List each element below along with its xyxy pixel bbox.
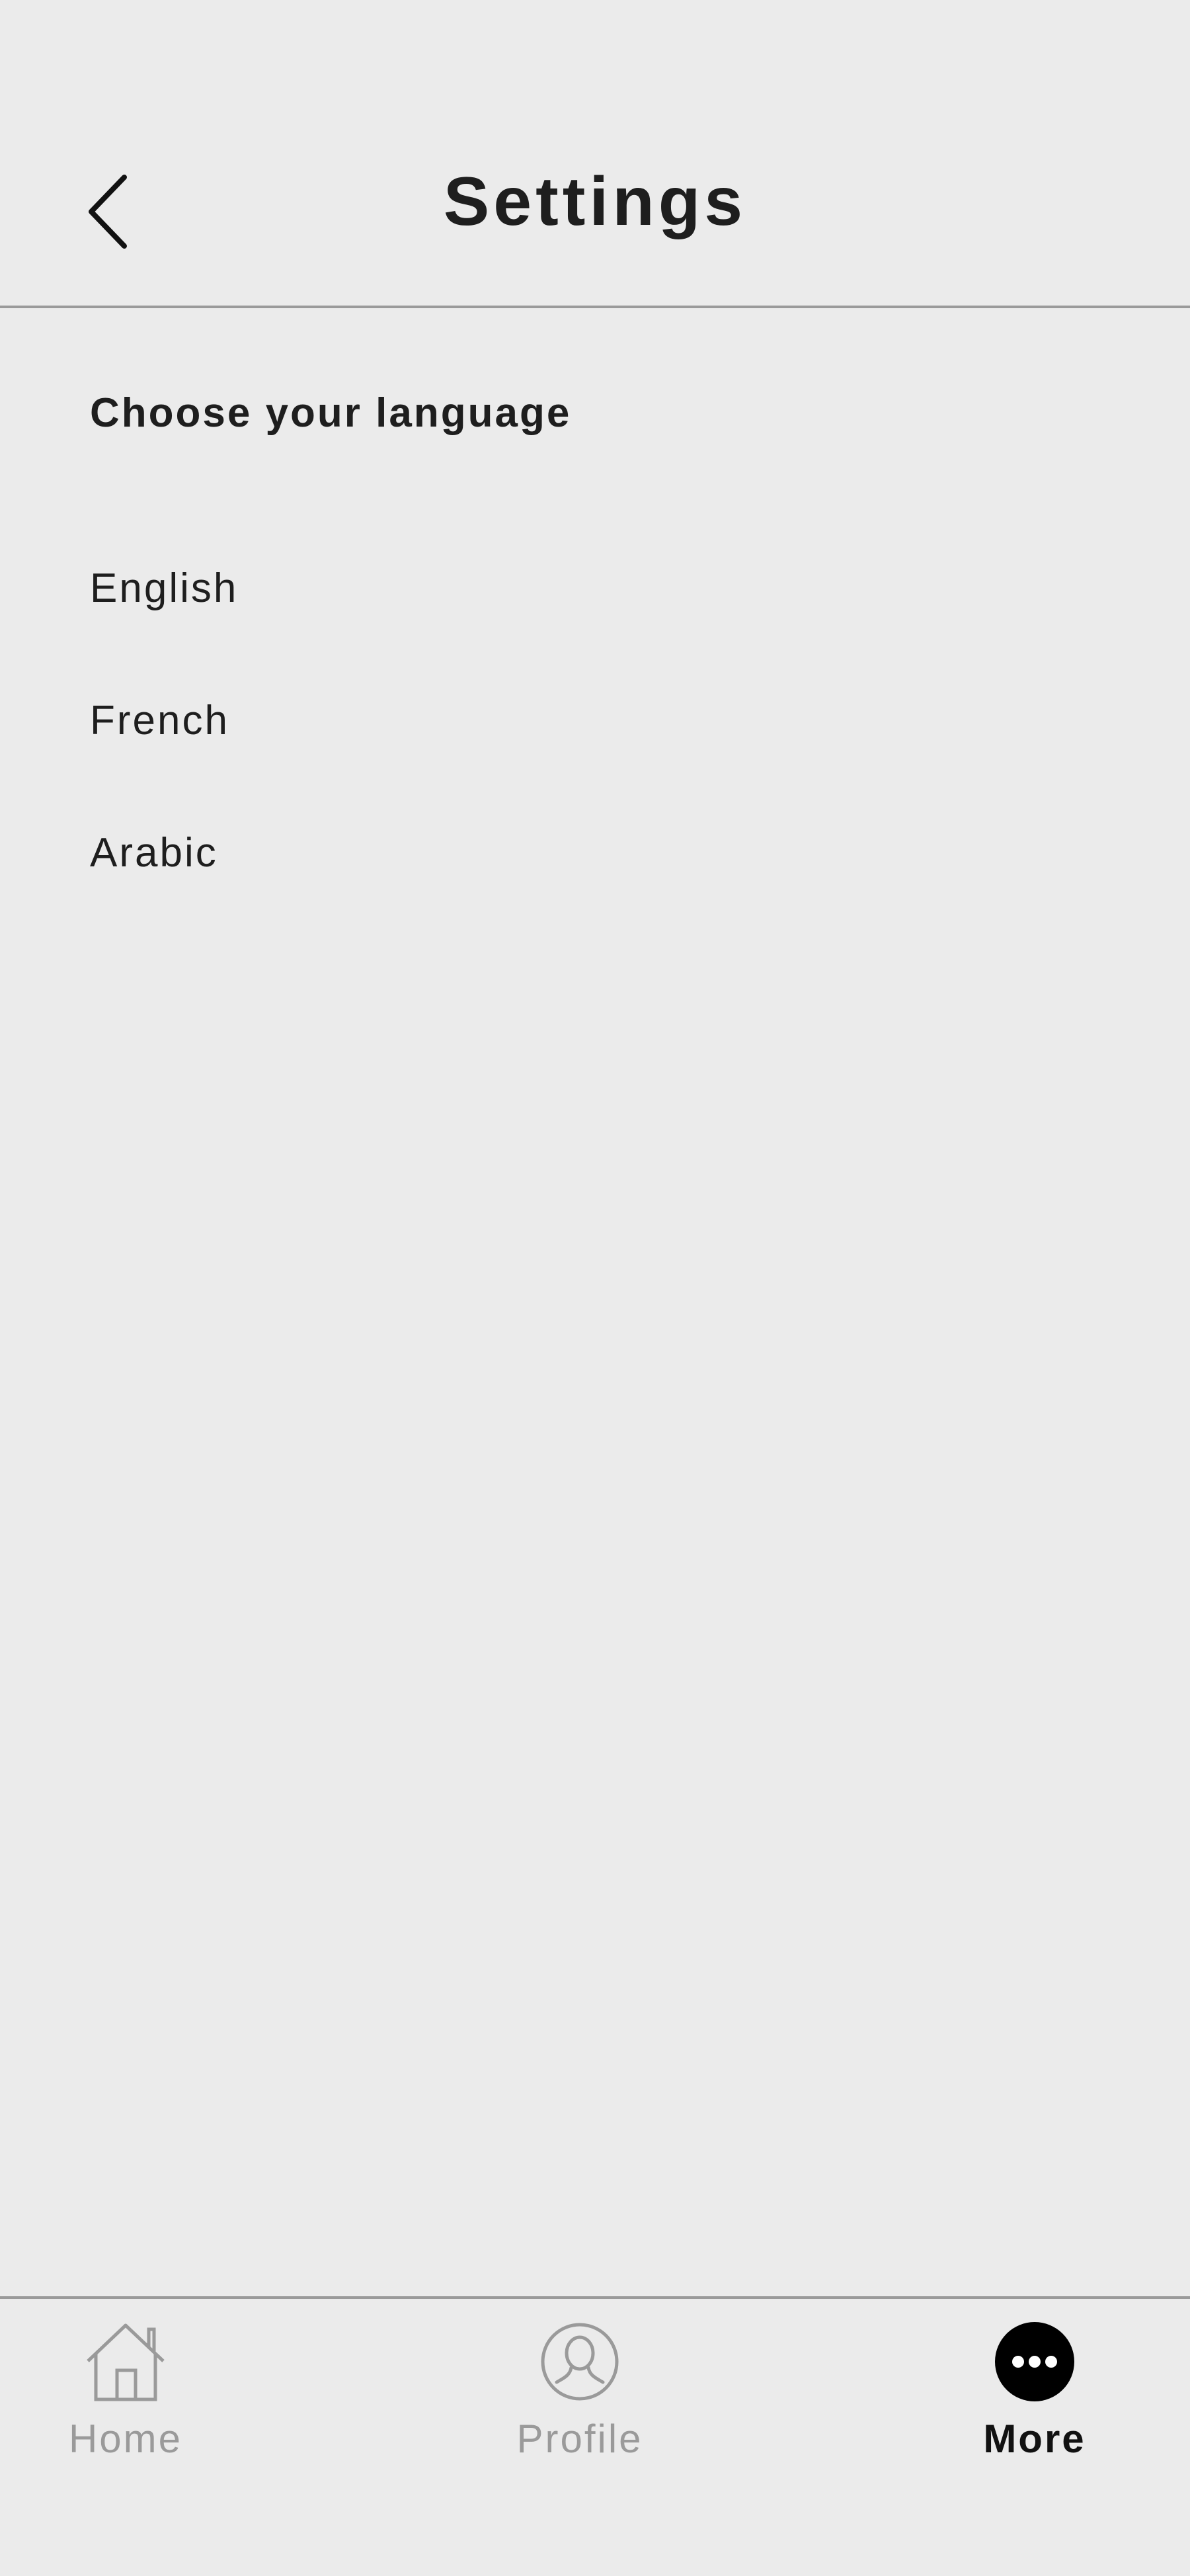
language-option-french[interactable]: French [0,675,1190,807]
page-title: Settings [443,163,747,240]
tab-home-label: Home [68,2417,183,2461]
tab-profile-label: Profile [516,2417,643,2461]
language-option-arabic[interactable]: Arabic [0,807,1190,939]
tab-profile[interactable]: Profile [454,2319,705,2491]
bottom-tab-bar: Home Profile More [0,2296,1190,2576]
tab-home[interactable]: Home [0,2319,251,2491]
language-list: English French Arabic [0,542,1190,939]
language-option-english[interactable]: English [0,542,1190,675]
language-section-title: Choose your language [90,390,572,436]
home-icon [87,2323,165,2401]
tab-more[interactable]: More [909,2319,1160,2491]
header-bar: Settings [0,0,1190,308]
profile-icon [541,2323,619,2401]
tab-more-label: More [983,2417,1086,2461]
more-icon [995,2322,1074,2401]
